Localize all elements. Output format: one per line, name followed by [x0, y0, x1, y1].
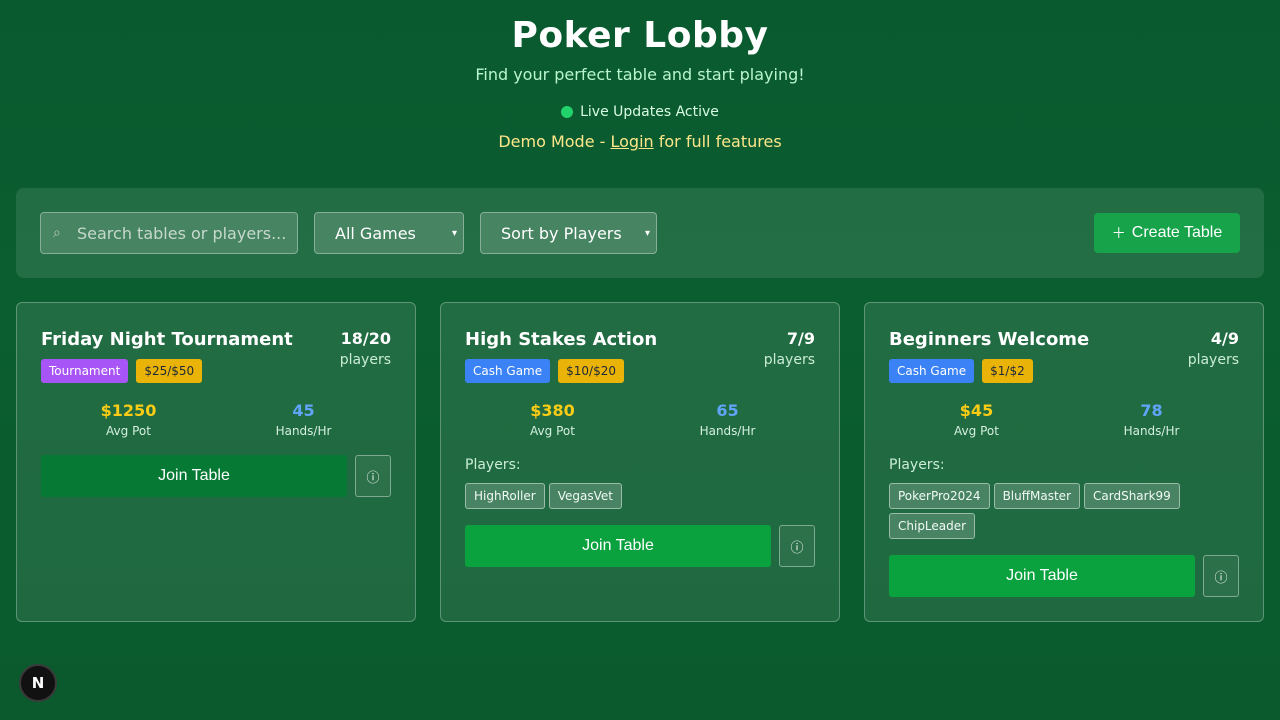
- table-badges: Cash Game $1/$2: [889, 359, 1033, 383]
- live-status: Live Updates Active: [0, 104, 1280, 120]
- join-table-button[interactable]: Join Table: [889, 555, 1195, 597]
- hands-per-hour-label: Hands/Hr: [275, 424, 332, 438]
- info-icon: ⓘ: [366, 470, 380, 486]
- hands-per-hour-stat: 78 Hands/Hr: [1064, 401, 1239, 438]
- seat-count: 4/9 players: [1188, 329, 1239, 368]
- login-link[interactable]: Login: [610, 132, 653, 151]
- create-table-button[interactable]: ＋ Create Table: [1094, 213, 1240, 253]
- join-table-button[interactable]: Join Table: [41, 455, 347, 497]
- seat-count-value: 4/9: [1210, 329, 1239, 348]
- avg-pot-label: Avg Pot: [106, 424, 151, 438]
- table-info-button[interactable]: ⓘ: [1203, 555, 1239, 597]
- hands-per-hour-stat: 45 Hands/Hr: [216, 401, 391, 438]
- table-actions: Join Table ⓘ: [41, 455, 391, 497]
- player-chip: CardShark99: [1084, 483, 1180, 509]
- demo-prefix: Demo Mode -: [498, 132, 611, 151]
- hands-per-hour-value: 45: [292, 401, 315, 420]
- player-chip: HighRoller: [465, 483, 545, 509]
- players-label: Players:: [889, 457, 945, 473]
- player-chip: VegasVet: [548, 483, 622, 509]
- filter-toolbar: ⌕ All Games ▾ Sort by Players ▾ ＋ Create…: [16, 188, 1264, 278]
- table-name: Friday Night Tournament: [41, 329, 293, 350]
- avg-pot-stat: $380 Avg Pot: [465, 401, 640, 438]
- stakes-badge: $10/$20: [558, 359, 624, 383]
- hands-per-hour-value: 78: [1140, 401, 1163, 420]
- dev-tools-button[interactable]: N: [19, 664, 57, 702]
- hands-per-hour-label: Hands/Hr: [1123, 424, 1180, 438]
- table-stats: $1250 Avg Pot 45 Hands/Hr: [41, 401, 391, 438]
- seat-count-label: players: [339, 352, 391, 368]
- player-list: HighRoller VegasVet: [465, 483, 815, 509]
- game-type-badge: Tournament: [41, 359, 129, 383]
- table-badges: Tournament $25/$50: [41, 359, 203, 383]
- table-name: High Stakes Action: [465, 329, 658, 350]
- sort-value: Sort by Players: [501, 223, 622, 243]
- seat-count: 18/20 players: [340, 329, 391, 368]
- search-input[interactable]: [77, 223, 287, 243]
- demo-suffix: for full features: [653, 132, 782, 151]
- table-name: Beginners Welcome: [889, 329, 1090, 350]
- players-label: Players:: [465, 457, 521, 473]
- table-badges: Cash Game $10/$20: [465, 359, 624, 383]
- table-actions: Join Table ⓘ: [889, 555, 1239, 597]
- game-filter-select[interactable]: All Games ▾: [314, 212, 464, 254]
- seat-count-value: 7/9: [786, 329, 815, 348]
- page-title: Poker Lobby: [511, 15, 769, 56]
- table-card: Beginners Welcome 4/9 players Cash Game …: [864, 302, 1264, 622]
- player-list: PokerPro2024 BluffMaster CardShark99 Chi…: [889, 483, 1239, 539]
- demo-mode-notice: Demo Mode - Login for full features: [0, 132, 1280, 151]
- seat-count: 7/9 players: [764, 329, 815, 368]
- table-stats: $45 Avg Pot 78 Hands/Hr: [889, 401, 1239, 438]
- player-chip: PokerPro2024: [889, 483, 990, 509]
- table-info-button[interactable]: ⓘ: [355, 455, 391, 497]
- search-icon: ⌕: [53, 225, 61, 241]
- table-info-button[interactable]: ⓘ: [779, 525, 815, 567]
- avg-pot-label: Avg Pot: [954, 424, 999, 438]
- table-card: High Stakes Action 7/9 players Cash Game…: [440, 302, 840, 622]
- sort-select[interactable]: Sort by Players ▾: [480, 212, 657, 254]
- hands-per-hour-label: Hands/Hr: [699, 424, 756, 438]
- info-icon: ⓘ: [790, 540, 804, 556]
- game-type-badge: Cash Game: [465, 359, 551, 383]
- table-card: Friday Night Tournament 18/20 players To…: [16, 302, 416, 622]
- seat-count-label: players: [1187, 352, 1239, 368]
- hands-per-hour-value: 65: [716, 401, 739, 420]
- hands-per-hour-stat: 65 Hands/Hr: [640, 401, 815, 438]
- game-type-badge: Cash Game: [889, 359, 975, 383]
- live-indicator-dot: [561, 106, 574, 118]
- seat-count-label: players: [763, 352, 815, 368]
- seat-count-value: 18/20: [340, 329, 391, 348]
- avg-pot-value: $45: [959, 401, 994, 420]
- player-chip: ChipLeader: [889, 513, 976, 539]
- avg-pot-stat: $1250 Avg Pot: [41, 401, 216, 438]
- create-table-label: Create Table: [1131, 224, 1223, 241]
- plus-icon: ＋: [1111, 225, 1126, 241]
- chevron-down-icon: ▾: [644, 227, 650, 239]
- avg-pot-value: $1250: [100, 401, 157, 420]
- chevron-down-icon: ▾: [451, 227, 457, 239]
- table-stats: $380 Avg Pot 65 Hands/Hr: [465, 401, 815, 438]
- page-header: Poker Lobby Find your perfect table and …: [0, 0, 1280, 151]
- avg-pot-value: $380: [530, 401, 575, 420]
- avg-pot-label: Avg Pot: [530, 424, 575, 438]
- info-icon: ⓘ: [1214, 570, 1228, 586]
- search-box[interactable]: ⌕: [40, 212, 298, 254]
- avg-pot-stat: $45 Avg Pot: [889, 401, 1064, 438]
- stakes-badge: $1/$2: [982, 359, 1033, 383]
- live-status-label: Live Updates Active: [580, 104, 719, 120]
- join-table-button[interactable]: Join Table: [465, 525, 771, 567]
- game-filter-value: All Games: [335, 223, 416, 243]
- stakes-badge: $25/$50: [136, 359, 203, 383]
- page-subtitle: Find your perfect table and start playin…: [475, 65, 805, 84]
- table-actions: Join Table ⓘ: [465, 525, 815, 567]
- player-chip: BluffMaster: [993, 483, 1080, 509]
